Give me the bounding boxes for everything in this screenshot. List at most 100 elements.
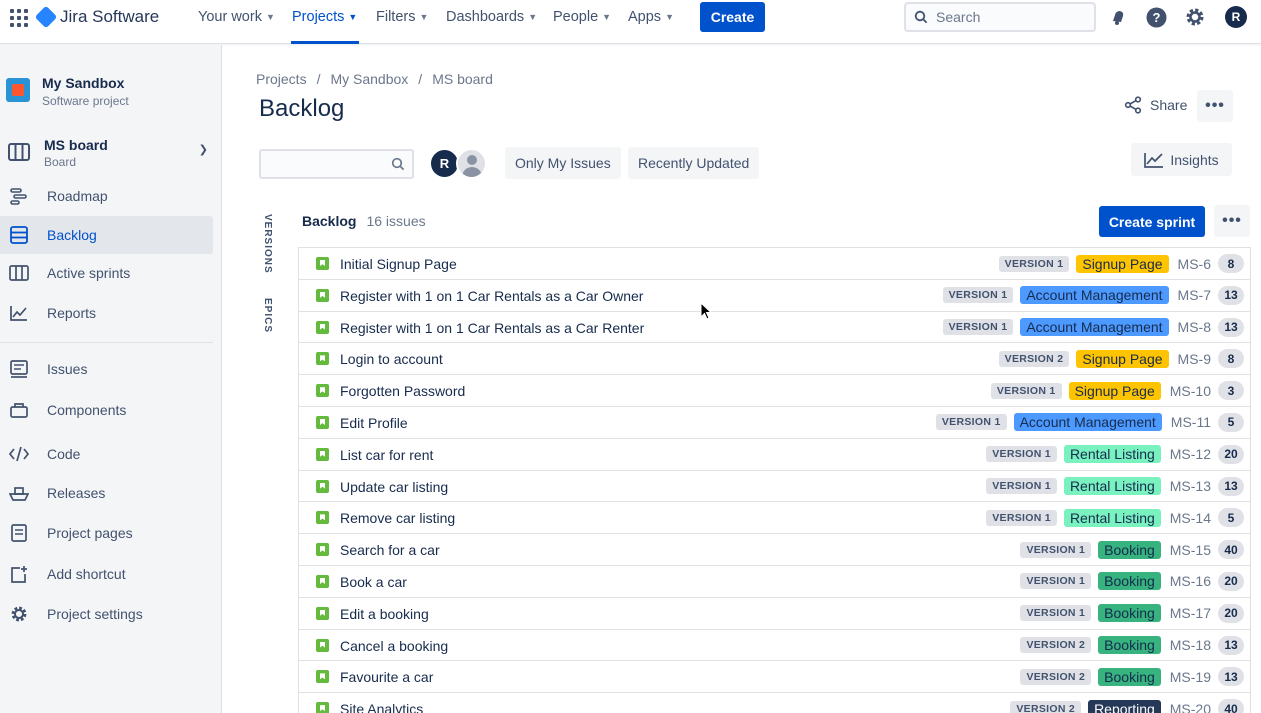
unassigned-avatar-icon[interactable] <box>456 148 487 179</box>
issue-row[interactable]: Remove car listing VERSION 1 Rental Listin… <box>299 502 1250 535</box>
recently-updated-filter[interactable]: Recently Updated <box>628 147 760 179</box>
global-search-input[interactable]: Search <box>904 2 1096 32</box>
issue-row[interactable]: Update car listing VERSION 1 Rental Listin… <box>299 470 1250 503</box>
create-sprint-button[interactable]: Create sprint <box>1099 206 1205 237</box>
sidebar-item-reports[interactable]: Reports <box>0 294 213 332</box>
issue-key[interactable]: MS-9 <box>1178 351 1211 367</box>
issue-key[interactable]: MS-11 <box>1171 414 1211 430</box>
sidebar-item-code[interactable]: Code <box>0 435 213 473</box>
sidebar-item-project-pages[interactable]: Project pages <box>0 514 213 552</box>
insights-button[interactable]: Insights <box>1131 143 1232 176</box>
user-avatar[interactable]: R <box>1225 6 1247 28</box>
issue-key[interactable]: MS-13 <box>1170 478 1211 494</box>
epics-tab[interactable]: EPICS <box>262 298 273 333</box>
issue-row[interactable]: Forgotten Password VERSION 1 Signup Page MS… <box>299 375 1250 407</box>
project-avatar-icon <box>6 78 30 102</box>
issue-summary: Initial Signup Page <box>340 256 457 272</box>
issue-key[interactable]: MS-15 <box>1170 542 1211 558</box>
issue-row[interactable]: Edit a booking VERSION 1 Booking MS-17 20 <box>299 597 1250 630</box>
story-points-badge: 13 <box>1218 285 1244 305</box>
issue-key[interactable]: MS-18 <box>1170 637 1211 653</box>
nav-projects[interactable]: Projects ▼ <box>292 9 357 25</box>
issue-row[interactable]: Register with 1 on 1 Car Rentals as a Ca… <box>299 311 1250 344</box>
issue-meta: VERSION 2 Signup Page MS-9 8 <box>998 343 1250 374</box>
issue-key[interactable]: MS-6 <box>1178 256 1211 272</box>
sidebar-item-active-sprints[interactable]: Active sprints <box>0 254 213 292</box>
issue-key[interactable]: MS-14 <box>1170 510 1211 526</box>
jira-logo[interactable]: Jira Software <box>34 5 160 29</box>
assignee-filter-avatars: R <box>429 148 487 179</box>
story-icon <box>316 606 329 620</box>
breadcrumb-projects[interactable]: Projects <box>256 71 307 87</box>
story-points-badge: 3 <box>1218 381 1244 401</box>
help-icon[interactable]: ? <box>1145 6 1167 28</box>
settings-gear-icon[interactable] <box>1184 6 1206 28</box>
issue-row[interactable]: Edit Profile VERSION 1 Account Management M… <box>299 406 1250 439</box>
nav-people[interactable]: People ▼ <box>553 9 611 25</box>
issue-key[interactable]: MS-19 <box>1170 669 1211 685</box>
nav-dashboards[interactable]: Dashboards ▼ <box>446 9 537 25</box>
story-points-badge: 8 <box>1218 254 1244 273</box>
sidebar-item-add-shortcut[interactable]: Add shortcut <box>0 555 213 593</box>
epic-lozenge: Booking <box>1098 572 1161 591</box>
issue-row[interactable]: Initial Signup Page VERSION 1 Signup Page M… <box>299 248 1250 280</box>
issue-row[interactable]: Book a car VERSION 1 Booking MS-16 20 <box>299 565 1250 598</box>
settings-gear-icon <box>9 604 29 624</box>
issue-meta: VERSION 1 Account Management MS-8 13 <box>942 312 1250 343</box>
notifications-icon[interactable] <box>1107 6 1129 28</box>
board-selector[interactable]: MS board Board ❯ <box>8 137 208 169</box>
sidebar-item-project-settings[interactable]: Project settings <box>0 595 213 633</box>
top-navigation: Jira Software Your work ▼ Projects ▼ Filte… <box>0 0 1261 44</box>
nav-filters[interactable]: Filters ▼ <box>376 9 428 25</box>
product-name: Jira Software <box>60 7 160 26</box>
sidebar-item-components[interactable]: Components <box>0 391 213 429</box>
nav-apps[interactable]: Apps ▼ <box>628 9 674 25</box>
sidebar-item-issues[interactable]: Issues <box>0 350 213 388</box>
project-header[interactable]: My Sandbox Software project <box>6 75 129 108</box>
story-icon <box>316 415 329 429</box>
create-button[interactable]: Create <box>700 2 765 32</box>
only-my-issues-filter[interactable]: Only My Issues <box>505 147 621 179</box>
nav-your-work[interactable]: Your work ▼ <box>198 9 275 25</box>
sidebar-item-releases[interactable]: Releases <box>0 474 213 512</box>
backlog-search-input[interactable] <box>259 149 414 179</box>
issue-key[interactable]: MS-7 <box>1178 287 1211 303</box>
board-name: MS board <box>44 137 108 153</box>
project-sidebar: My Sandbox Software project MS board Boa… <box>0 45 222 713</box>
issue-key[interactable]: MS-16 <box>1170 573 1211 589</box>
issue-row[interactable]: Favourite a car VERSION 2 Booking MS-19 13 <box>299 661 1250 694</box>
page-title: Backlog <box>259 95 345 122</box>
epic-lozenge: Booking <box>1098 667 1161 686</box>
epic-lozenge: Account Management <box>1020 286 1169 305</box>
roadmap-icon <box>9 186 29 206</box>
more-actions-button[interactable]: ••• <box>1197 90 1233 122</box>
issue-key[interactable]: MS-8 <box>1178 319 1211 335</box>
issue-meta: VERSION 2 Booking MS-18 13 <box>1020 630 1250 661</box>
issue-row[interactable]: Site Analytics VERSION 2 Reporting MS-20 40 <box>299 693 1250 713</box>
epic-lozenge: Reporting <box>1088 699 1161 713</box>
story-icon <box>316 288 329 302</box>
breadcrumb-project[interactable]: My Sandbox <box>330 71 408 87</box>
issue-key[interactable]: MS-20 <box>1170 701 1211 713</box>
issue-row[interactable]: Cancel a booking VERSION 2 Booking MS-18 13 <box>299 629 1250 662</box>
issue-row[interactable]: Register with 1 on 1 Car Rentals as a Ca… <box>299 279 1250 312</box>
issue-row[interactable]: Login to account VERSION 2 Signup Page MS-9… <box>299 343 1250 376</box>
versions-tab[interactable]: VERSIONS <box>262 214 273 274</box>
issue-key[interactable]: MS-12 <box>1170 446 1211 462</box>
breadcrumb-board[interactable]: MS board <box>432 71 493 87</box>
chevron-down-icon: ▼ <box>265 12 275 22</box>
issue-key[interactable]: MS-17 <box>1170 605 1211 621</box>
sidebar-item-backlog[interactable]: Backlog <box>0 216 213 254</box>
story-points-badge: 13 <box>1218 317 1244 337</box>
sidebar-divider <box>0 342 213 343</box>
version-lozenge: VERSION 1 <box>990 382 1062 399</box>
issue-row[interactable]: Search for a car VERSION 1 Booking MS-15 40 <box>299 534 1250 566</box>
sidebar-item-roadmap[interactable]: Roadmap <box>0 177 213 215</box>
add-shortcut-icon <box>9 564 29 584</box>
story-points-badge: 40 <box>1218 699 1244 713</box>
issue-key[interactable]: MS-10 <box>1170 383 1211 399</box>
share-button[interactable]: Share <box>1124 96 1187 114</box>
backlog-more-button[interactable]: ••• <box>1214 205 1250 237</box>
app-switcher-icon[interactable] <box>10 9 28 27</box>
issue-row[interactable]: List car for rent VERSION 1 Rental Listing… <box>299 438 1250 471</box>
